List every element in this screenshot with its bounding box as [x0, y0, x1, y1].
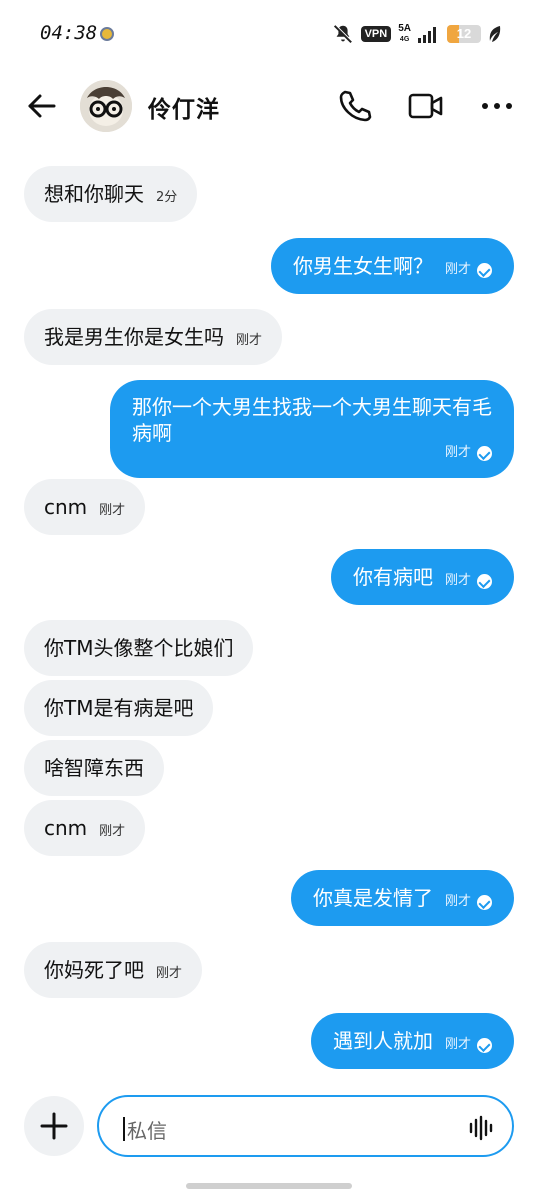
read-check-icon — [477, 894, 492, 910]
message-bubble[interactable]: 你有病吧 刚才 — [330, 549, 514, 605]
message-input-placeholder: 私信 — [127, 1119, 167, 1143]
read-check-icon — [477, 445, 492, 461]
add-attachment-button[interactable] — [24, 1096, 84, 1156]
message-bubble[interactable]: 想和你聊天 2分 — [24, 166, 198, 222]
message-time: 刚才 — [99, 824, 126, 839]
message-time: 刚才 — [99, 503, 126, 518]
message-text: 你TM是有病是吧 — [44, 696, 194, 720]
home-indicator[interactable] — [186, 1183, 352, 1189]
message-bubble[interactable]: 你妈死了吧 刚才 — [24, 942, 203, 998]
message-text: cnm — [44, 816, 88, 840]
message-time: 刚才 — [444, 445, 471, 460]
message-input[interactable]: 私信 — [97, 1095, 514, 1157]
message-text: 你男生女生啊？ — [292, 254, 433, 278]
composer: 私信 — [0, 1090, 538, 1170]
message-bubble[interactable]: 你男生女生啊？ 刚才 — [270, 238, 514, 294]
message-text: 你TM头像整个比娘们 — [44, 636, 234, 660]
message-time: 刚才 — [444, 894, 471, 909]
message-bubble[interactable]: 啥智障东西 — [24, 740, 164, 796]
voice-waveform-icon[interactable] — [468, 1115, 494, 1141]
message-text: 你妈死了吧 — [44, 958, 144, 982]
message-text: 遇到人就加 — [332, 1029, 433, 1053]
message-time: 2分 — [156, 190, 178, 205]
plus-icon — [40, 1112, 68, 1140]
text-caret — [123, 1117, 125, 1141]
message-time: 刚才 — [236, 333, 263, 348]
message-text: 那你一个大男生找我一个大男生聊天有毛病啊 — [132, 395, 492, 445]
message-bubble[interactable]: 那你一个大男生找我一个大男生聊天有毛病啊 刚才 — [110, 380, 514, 478]
message-text: 想和你聊天 — [44, 182, 144, 206]
message-bubble[interactable]: 遇到人就加 刚才 — [310, 1013, 514, 1069]
message-text: cnm — [44, 495, 88, 519]
message-bubble[interactable]: cnm 刚才 — [24, 479, 146, 535]
message-text: 你有病吧 — [352, 565, 433, 589]
message-bubble[interactable]: 我是男生你是女生吗 刚才 — [24, 309, 283, 365]
read-check-icon — [477, 1037, 492, 1053]
message-text: 啥智障东西 — [44, 756, 144, 780]
message-bubble[interactable]: cnm 刚才 — [24, 800, 146, 856]
read-check-icon — [477, 573, 492, 589]
message-time: 刚才 — [444, 573, 471, 588]
message-time: 刚才 — [156, 966, 183, 981]
message-bubble[interactable]: 你真是发情了 刚才 — [290, 870, 514, 926]
message-bubble[interactable]: 你TM头像整个比娘们 — [24, 620, 254, 676]
read-check-icon — [477, 262, 492, 278]
message-text: 我是男生你是女生吗 — [44, 325, 224, 349]
message-bubble[interactable]: 你TM是有病是吧 — [24, 680, 214, 736]
message-text: 你真是发情了 — [312, 886, 433, 910]
message-time: 刚才 — [444, 1037, 471, 1052]
message-list: 想和你聊天 2分 你男生女生啊？ 刚才 我是男生你是女生吗 刚才 那你一个大男生… — [0, 0, 538, 1200]
message-time: 刚才 — [444, 262, 471, 277]
